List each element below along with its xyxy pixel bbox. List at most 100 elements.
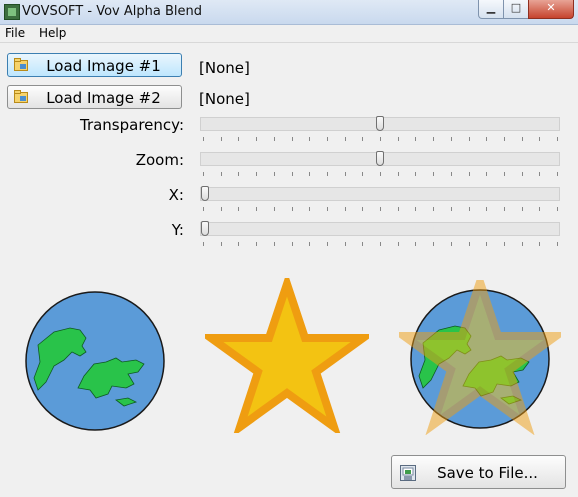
x-slider[interactable] [200,186,560,201]
slider-tick [415,242,416,246]
slider-tick [203,242,204,246]
slider-tick [309,242,310,246]
slider-tick [256,172,257,176]
slider-tick [522,242,523,246]
slider-tick [309,137,310,141]
slider-tick [522,137,523,141]
slider-tick [469,207,470,211]
load-image-2-label: Load Image #2 [46,89,161,107]
slider-tick [221,207,222,211]
y-ticks [200,242,560,247]
menu-help[interactable]: Help [39,26,66,40]
slider-tick [238,172,239,176]
slider-tick [256,207,257,211]
slider-tick [522,172,523,176]
slider-tick [451,242,452,246]
slider-tick [256,137,257,141]
image-2-star-preview [205,278,369,433]
slider-tick [557,172,558,176]
minimize-icon: ▁ [486,1,496,14]
slider-tick [504,172,505,176]
zoom-ticks [200,172,560,177]
slider-tick [362,172,363,176]
zoom-slider[interactable] [200,151,560,166]
slider-tick [486,137,487,141]
slider-tick [345,207,346,211]
slider-tick [362,242,363,246]
slider-tick [238,137,239,141]
slider-tick [451,137,452,141]
y-label: Y: [171,221,184,239]
transparency-ticks [200,137,560,142]
zoom-slider-thumb[interactable] [376,151,384,166]
slider-tick [557,137,558,141]
maximize-button[interactable]: □ [503,0,529,19]
slider-tick [309,172,310,176]
slider-tick [398,137,399,141]
x-label: X: [168,186,184,204]
slider-tick [539,207,540,211]
slider-tick [327,172,328,176]
slider-tick [539,242,540,246]
slider-tick [415,172,416,176]
load-image-1-button[interactable]: Load Image #1 [7,53,182,77]
slider-tick [469,137,470,141]
slider-tick [203,137,204,141]
slider-tick [398,207,399,211]
window-title: VOVSOFT - Vov Alpha Blend [22,4,202,19]
close-button[interactable]: ✕ [528,0,574,19]
slider-tick [380,207,381,211]
image-2-status: [None] [199,90,250,108]
slider-tick [274,137,275,141]
slider-tick [238,242,239,246]
slider-tick [292,172,293,176]
slider-tick [486,207,487,211]
slider-tick [415,207,416,211]
image-1-globe-preview [25,291,165,431]
transparency-slider-thumb[interactable] [376,116,384,131]
slider-tick [380,137,381,141]
slider-tick [451,172,452,176]
slider-tick [345,137,346,141]
zoom-label: Zoom: [135,151,184,169]
slider-tick [539,172,540,176]
minimize-button[interactable]: ▁ [478,0,504,19]
load-image-2-button[interactable]: Load Image #2 [7,85,182,109]
slider-tick [398,242,399,246]
slider-tick [433,242,434,246]
slider-tick [433,172,434,176]
slider-tick [292,242,293,246]
slider-tick [274,242,275,246]
slider-tick [221,137,222,141]
slider-tick [362,137,363,141]
slider-tick [469,242,470,246]
slider-tick [433,207,434,211]
slider-tick [504,207,505,211]
x-slider-thumb[interactable] [201,186,209,201]
slider-tick [274,172,275,176]
y-slider[interactable] [200,221,560,236]
image-1-status: [None] [199,59,250,77]
slider-tick [274,207,275,211]
y-slider-thumb[interactable] [201,221,209,236]
save-to-file-label: Save to File... [437,464,538,482]
slider-tick [486,242,487,246]
slider-tick [380,172,381,176]
slider-tick [504,137,505,141]
slider-tick [292,137,293,141]
x-ticks [200,207,560,212]
transparency-label: Transparency: [79,116,184,134]
slider-tick [469,172,470,176]
transparency-slider[interactable] [200,116,560,131]
slider-tick [221,242,222,246]
slider-tick [557,207,558,211]
menu-file[interactable]: File [5,26,25,40]
app-icon [4,4,20,20]
slider-tick [522,207,523,211]
slider-tick [486,172,487,176]
slider-tick [415,137,416,141]
slider-tick [380,242,381,246]
slider-tick [203,172,204,176]
slider-tick [504,242,505,246]
save-to-file-button[interactable]: Save to File... [391,455,566,489]
